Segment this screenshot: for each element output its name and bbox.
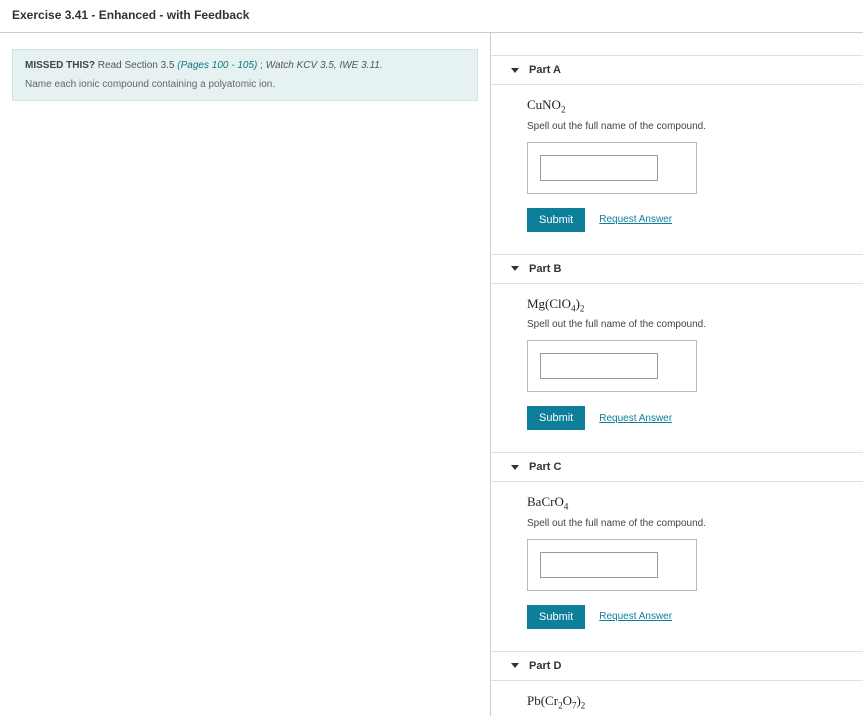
- read-text: Read Section 3.5: [98, 60, 178, 71]
- content-area: MISSED THIS? Read Section 3.5 (Pages 100…: [0, 33, 863, 716]
- hint-line-1: MISSED THIS? Read Section 3.5 (Pages 100…: [25, 60, 465, 71]
- part-c-instruction: Spell out the full name of the compound.: [527, 518, 843, 529]
- part-b-answer-input[interactable]: [540, 353, 658, 379]
- part-d-title: Part D: [529, 660, 561, 672]
- part-c-body: BaCrO4 Spell out the full name of the co…: [491, 482, 863, 643]
- part-b-actions: Submit Request Answer: [527, 406, 843, 430]
- chevron-down-icon: [511, 663, 519, 668]
- part-c-header[interactable]: Part C: [491, 452, 863, 482]
- exercise-title: Exercise 3.41 - Enhanced - with Feedback: [12, 8, 851, 22]
- chevron-down-icon: [511, 266, 519, 271]
- part-a-title: Part A: [529, 64, 561, 76]
- part-d-header[interactable]: Part D: [491, 651, 863, 681]
- part-d-formula: Pb(Cr2O7)2: [527, 693, 843, 711]
- part-d-body: Pb(Cr2O7)2 Spell out the full name of th…: [491, 681, 863, 716]
- part-c-request-answer-link[interactable]: Request Answer: [599, 611, 672, 622]
- part-c-submit-button[interactable]: Submit: [527, 605, 585, 629]
- missed-label: MISSED THIS?: [25, 60, 95, 71]
- part-b-answer-box: [527, 340, 697, 392]
- part-a-instruction: Spell out the full name of the compound.: [527, 121, 843, 132]
- part-a-header[interactable]: Part A: [491, 55, 863, 85]
- part-c: Part C BaCrO4 Spell out the full name of…: [491, 452, 863, 643]
- left-column: MISSED THIS? Read Section 3.5 (Pages 100…: [0, 33, 490, 716]
- part-a-formula: CuNO2: [527, 97, 843, 115]
- watch-text: Watch KCV 3.5, IWE 3.11.: [266, 60, 383, 71]
- part-b-formula: Mg(ClO4)2: [527, 296, 843, 314]
- part-a-submit-button[interactable]: Submit: [527, 208, 585, 232]
- hint-instruction: Name each ionic compound containing a po…: [25, 79, 465, 90]
- part-b-request-answer-link[interactable]: Request Answer: [599, 413, 672, 424]
- chevron-down-icon: [511, 68, 519, 73]
- part-a-answer-input[interactable]: [540, 155, 658, 181]
- part-d: Part D Pb(Cr2O7)2 Spell out the full nam…: [491, 651, 863, 716]
- part-b-title: Part B: [529, 263, 561, 275]
- part-c-answer-box: [527, 539, 697, 591]
- part-c-actions: Submit Request Answer: [527, 605, 843, 629]
- part-c-formula: BaCrO4: [527, 494, 843, 512]
- part-a-answer-box: [527, 142, 697, 194]
- hint-box: MISSED THIS? Read Section 3.5 (Pages 100…: [12, 49, 478, 101]
- part-c-title: Part C: [529, 461, 561, 473]
- part-b-instruction: Spell out the full name of the compound.: [527, 319, 843, 330]
- part-a-request-answer-link[interactable]: Request Answer: [599, 214, 672, 225]
- part-b-submit-button[interactable]: Submit: [527, 406, 585, 430]
- pages-link[interactable]: (Pages 100 - 105): [177, 60, 257, 71]
- part-b: Part B Mg(ClO4)2 Spell out the full name…: [491, 254, 863, 445]
- part-a: Part A CuNO2 Spell out the full name of …: [491, 55, 863, 246]
- page-root: Exercise 3.41 - Enhanced - with Feedback…: [0, 0, 863, 715]
- chevron-down-icon: [511, 465, 519, 470]
- page-header: Exercise 3.41 - Enhanced - with Feedback: [0, 0, 863, 33]
- part-b-header[interactable]: Part B: [491, 254, 863, 284]
- part-a-body: CuNO2 Spell out the full name of the com…: [491, 85, 863, 246]
- part-a-actions: Submit Request Answer: [527, 208, 843, 232]
- right-column: Part A CuNO2 Spell out the full name of …: [490, 33, 863, 716]
- part-c-answer-input[interactable]: [540, 552, 658, 578]
- part-b-body: Mg(ClO4)2 Spell out the full name of the…: [491, 284, 863, 445]
